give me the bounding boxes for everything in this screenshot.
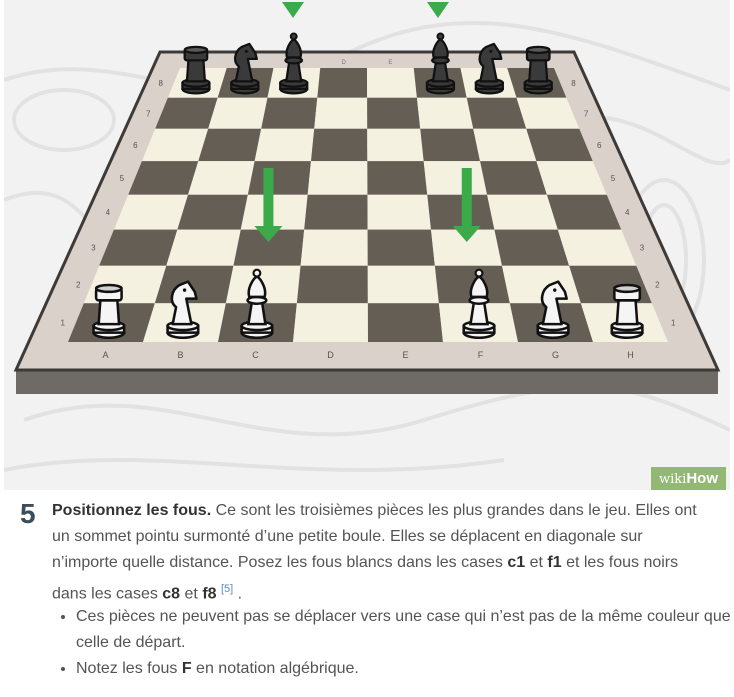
board-square <box>420 128 481 162</box>
board-square <box>473 128 537 162</box>
file-label: H <box>627 350 634 360</box>
square-f8: f8 <box>202 585 217 603</box>
rank-label: 6 <box>133 141 138 150</box>
tips-list: Ces pièces ne peuvent pas se déplacer ve… <box>58 604 734 682</box>
tip-text: Notez les fous <box>76 660 182 677</box>
tip-letter: F <box>181 660 192 677</box>
board-square <box>487 194 558 230</box>
board-square <box>480 161 547 195</box>
file-label-top: D <box>341 60 346 66</box>
rank-label: 4 <box>106 208 111 217</box>
rank-label: 6 <box>597 141 602 150</box>
square-f1: f1 <box>547 554 562 571</box>
step-number: 5 <box>20 498 36 529</box>
rank-label: 3 <box>91 244 96 253</box>
board-square <box>300 229 368 266</box>
board-square <box>427 194 495 230</box>
rank-label: 5 <box>120 174 125 183</box>
rank-label: 3 <box>640 244 645 253</box>
board-square <box>367 265 439 304</box>
board-square <box>367 161 428 195</box>
board-square <box>261 97 318 129</box>
board-square <box>254 128 315 162</box>
board-square <box>416 97 474 129</box>
step-description: Positionnez les fous. Ce sont les troisi… <box>52 498 710 607</box>
tip-text: en notation algébrique. <box>191 660 359 677</box>
rank-label: 8 <box>571 79 576 88</box>
board-square <box>307 161 368 195</box>
board-square <box>367 97 421 129</box>
board-square <box>304 194 368 230</box>
board-square <box>317 68 368 98</box>
rank-label: 5 <box>611 174 616 183</box>
file-label: C <box>252 350 259 360</box>
board-square <box>247 161 311 195</box>
rank-label: 8 <box>158 79 163 88</box>
board-square <box>494 229 570 266</box>
board-square <box>188 161 255 195</box>
board-square <box>367 229 435 266</box>
rank-label: 4 <box>625 208 630 217</box>
board-square <box>367 128 424 162</box>
step-title: Positionnez les fous. <box>52 502 212 519</box>
board-square <box>314 97 368 129</box>
square-c1: c1 <box>507 554 526 571</box>
board-square <box>367 194 432 230</box>
board-square <box>198 128 262 162</box>
board-square <box>310 128 368 162</box>
rank-label: 7 <box>584 109 589 118</box>
file-label-top: E <box>388 60 392 66</box>
file-label: G <box>552 350 559 360</box>
rank-label: 2 <box>76 281 81 290</box>
rank-label: 1 <box>60 319 65 328</box>
board-square <box>240 194 308 230</box>
rank-label: 7 <box>146 109 151 118</box>
board-square <box>293 303 368 342</box>
file-label: E <box>402 350 408 360</box>
reference-link[interactable]: [5] <box>221 583 233 595</box>
board-square <box>177 194 248 230</box>
file-label: F <box>478 350 484 360</box>
board-square <box>466 97 527 129</box>
chessboard-illustration: A B C D E F G H D E 1 1 2 2 3 3 4 4 5 5 6 6 7 7 8 8 <box>4 0 730 490</box>
board-square <box>208 97 268 129</box>
rank-label: 1 <box>671 319 676 328</box>
tip-item: Notez les fous F en notation algébrique. <box>76 656 734 682</box>
step-text-part: et <box>525 554 548 571</box>
board-square <box>367 68 417 98</box>
file-label: A <box>102 350 108 360</box>
board-base <box>16 370 718 394</box>
wikihow-logo[interactable]: wikiHow <box>651 467 726 490</box>
square-c8: c8 <box>162 585 181 603</box>
rank-label: 2 <box>655 281 660 290</box>
tip-text: Ces pièces ne peuvent pas se déplacer ve… <box>76 608 731 651</box>
file-label: B <box>177 350 183 360</box>
board-square <box>423 161 488 195</box>
tip-item: Ces pièces ne peuvent pas se déplacer ve… <box>76 604 734 656</box>
board-square <box>367 303 443 342</box>
step-5: 5 Positionnez les fous. Ce sont les troi… <box>20 498 710 607</box>
step-text-part: . <box>233 585 243 603</box>
step-text-part: et <box>180 585 203 603</box>
file-label: D <box>327 350 334 360</box>
board-square <box>166 229 241 266</box>
board-square <box>296 265 368 304</box>
illustration: A B C D E F G H D E 1 1 2 2 3 3 4 4 5 5 6 6 7 7 8 8 wikiHow <box>4 0 730 490</box>
